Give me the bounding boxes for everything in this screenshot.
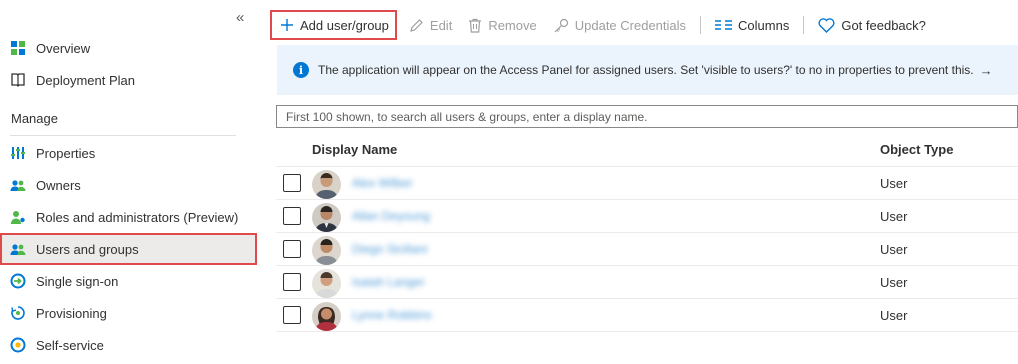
- sidebar-item-label: Owners: [36, 177, 81, 193]
- book-icon: [10, 72, 26, 88]
- sidebar-item-properties[interactable]: Properties: [10, 142, 95, 164]
- update-credentials-label: Update Credentials: [574, 17, 687, 33]
- provisioning-icon: [10, 305, 26, 321]
- object-type: User: [880, 176, 908, 191]
- avatar: [312, 302, 341, 331]
- table-row[interactable]: Lynne Robbins User: [276, 299, 1018, 332]
- object-type: User: [880, 242, 908, 257]
- sidebar-item-label: Single sign-on: [36, 273, 119, 289]
- trash-icon: [468, 18, 482, 33]
- sidebar: « Overview Deployment Plan Manage Proper…: [0, 0, 262, 364]
- sidebar-item-label: Properties: [36, 145, 96, 161]
- user-display-name[interactable]: Isaiah Langer: [352, 275, 425, 289]
- table-row[interactable]: Alex Wilber User: [276, 167, 1018, 200]
- sidebar-item-provisioning[interactable]: Provisioning: [10, 302, 107, 324]
- sidebar-item-label: Overview: [36, 40, 91, 56]
- key-icon: [553, 18, 569, 33]
- sidebar-item-label: Users and groups: [36, 241, 139, 257]
- pencil-icon: [409, 18, 424, 33]
- table-row[interactable]: Diego Siciliani User: [276, 233, 1018, 266]
- row-checkbox[interactable]: [283, 207, 301, 225]
- users-table: Display Name Object Type Alex Wilber Use…: [276, 134, 1018, 332]
- sidebar-item-label: Deployment Plan: [36, 72, 135, 88]
- row-checkbox[interactable]: [283, 273, 301, 291]
- users-groups-icon: [10, 241, 26, 257]
- owners-icon: [10, 177, 26, 193]
- command-bar: Add user/group Edit Remove Update Creden…: [270, 8, 934, 42]
- divider: [10, 135, 236, 136]
- add-user-group-label: Add user/group: [300, 17, 389, 33]
- collapse-sidebar-icon[interactable]: «: [236, 10, 244, 25]
- sidebar-item-self-service[interactable]: Self-service: [10, 334, 104, 356]
- user-display-name[interactable]: Allan Deyoung: [352, 209, 430, 223]
- remove-button[interactable]: Remove: [460, 10, 544, 40]
- table-row[interactable]: Allan Deyoung User: [276, 200, 1018, 233]
- toolbar-divider: [700, 16, 702, 34]
- remove-label: Remove: [488, 17, 537, 33]
- self-service-icon: [10, 337, 26, 353]
- avatar: [312, 236, 341, 265]
- sidebar-item-label: Provisioning: [36, 305, 107, 321]
- info-banner[interactable]: i The application will appear on the Acc…: [277, 45, 1018, 95]
- sidebar-item-users-and-groups[interactable]: Users and groups: [10, 238, 139, 260]
- roles-icon: [10, 209, 26, 225]
- table-row[interactable]: Isaiah Langer User: [276, 266, 1018, 299]
- arrow-right-icon: →: [979, 62, 993, 78]
- avatar: [312, 269, 341, 298]
- sidebar-item-label: Self-service: [36, 337, 104, 353]
- columns-icon: [715, 19, 733, 31]
- plus-icon: [280, 18, 294, 32]
- user-display-name[interactable]: Lynne Robbins: [352, 308, 432, 322]
- edit-label: Edit: [429, 17, 453, 33]
- user-display-name[interactable]: Diego Siciliani: [352, 242, 427, 256]
- row-checkbox[interactable]: [283, 240, 301, 258]
- table-header: Display Name Object Type: [276, 134, 1018, 167]
- edit-button[interactable]: Edit: [401, 10, 460, 40]
- add-user-group-button[interactable]: Add user/group: [270, 10, 397, 40]
- sidebar-item-single-sign-on[interactable]: Single sign-on: [10, 270, 118, 292]
- sidebar-item-owners[interactable]: Owners: [10, 174, 81, 196]
- info-banner-text: The application will appear on the Acces…: [318, 63, 974, 77]
- sso-icon: [10, 273, 26, 289]
- sidebar-item-label: Roles and administrators (Preview): [36, 209, 239, 225]
- user-display-name[interactable]: Alex Wilber: [352, 176, 413, 190]
- overview-icon: [10, 40, 26, 56]
- feedback-label: Got feedback?: [841, 17, 926, 33]
- avatar: [312, 203, 341, 232]
- object-type: User: [880, 209, 908, 224]
- sidebar-item-roles-administrators[interactable]: Roles and administrators (Preview): [10, 206, 238, 228]
- section-heading-manage: Manage: [11, 111, 58, 126]
- feedback-button[interactable]: Got feedback?: [810, 10, 934, 40]
- columns-label: Columns: [738, 17, 790, 33]
- column-header-display-name[interactable]: Display Name: [312, 142, 397, 157]
- row-checkbox[interactable]: [283, 306, 301, 324]
- heart-icon: [818, 17, 835, 33]
- object-type: User: [880, 275, 908, 290]
- column-header-object-type[interactable]: Object Type: [880, 142, 953, 157]
- row-checkbox[interactable]: [283, 174, 301, 192]
- columns-button[interactable]: Columns: [707, 10, 797, 40]
- avatar: [312, 170, 341, 199]
- object-type: User: [880, 308, 908, 323]
- search-input[interactable]: [276, 105, 1018, 128]
- info-icon: i: [293, 62, 309, 78]
- sidebar-item-deployment-plan[interactable]: Deployment Plan: [10, 69, 135, 91]
- sidebar-item-overview[interactable]: Overview: [10, 37, 90, 59]
- toolbar-divider: [803, 16, 805, 34]
- properties-icon: [10, 145, 26, 161]
- update-credentials-button[interactable]: Update Credentials: [545, 10, 694, 40]
